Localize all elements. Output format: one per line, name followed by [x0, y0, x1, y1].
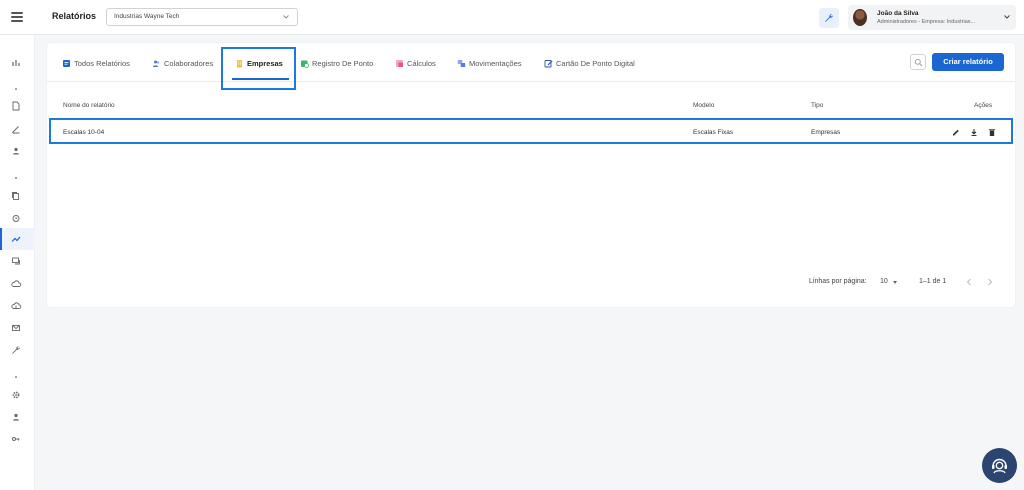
rows-per-page-select[interactable]: 10	[880, 278, 888, 285]
card-edit-icon	[544, 59, 553, 67]
document-icon[interactable]	[10, 100, 22, 112]
search-icon	[914, 58, 923, 67]
alarm-icon[interactable]	[10, 212, 22, 224]
clock-register-icon	[301, 60, 309, 68]
pagination-range: 1–1 de 1	[919, 278, 947, 285]
tab-todos-relatorios[interactable]: Todos Relatórios	[62, 57, 130, 69]
caret-down-icon	[893, 281, 897, 284]
avatar	[853, 9, 867, 26]
user-role: Administradores - Empresa: Industrias...	[877, 19, 976, 25]
trash-icon[interactable]	[988, 128, 996, 137]
company-select-value: Industrias Wayne Tech	[114, 13, 180, 20]
divider-dot	[15, 177, 17, 179]
page-title: Relatórios	[52, 11, 97, 21]
tab-calculos[interactable]: Cálculos	[395, 57, 436, 69]
tab-label: Movimentações	[469, 58, 522, 68]
reports-card: Todos Relatórios Colaboradores Empresas …	[47, 43, 1015, 307]
company-select[interactable]: Industrias Wayne Tech	[106, 8, 298, 26]
divider-dot	[15, 88, 17, 90]
column-header-name: Nome do relatório	[63, 102, 115, 109]
cloud-upload-icon[interactable]	[10, 300, 22, 312]
chevron-down-icon	[1004, 15, 1010, 19]
help-button[interactable]	[982, 448, 1017, 483]
column-header-actions: Ações	[974, 102, 993, 109]
search-button[interactable]	[910, 54, 926, 70]
chevron-down-icon	[283, 15, 289, 19]
tools-button[interactable]	[819, 8, 839, 28]
user-icon[interactable]	[10, 145, 22, 157]
trending-icon[interactable]	[10, 233, 22, 245]
bar-chart-icon[interactable]	[10, 57, 22, 69]
column-header-model: Modelo	[693, 102, 715, 109]
calculator-icon	[396, 59, 403, 67]
column-header-type: Tipo	[811, 102, 824, 109]
table-row[interactable]: Escalas 10-04 Escalas Fixas Empresas	[49, 118, 1013, 144]
people-icon	[152, 60, 160, 67]
menu-icon[interactable]	[11, 12, 23, 22]
create-report-button[interactable]: Criar relatório	[932, 53, 1004, 71]
tab-label: Cálculos	[407, 58, 436, 68]
tab-label: Cartão De Ponto Digital	[556, 58, 635, 68]
gear-icon[interactable]	[10, 389, 22, 401]
copy-icon[interactable]	[10, 190, 22, 202]
user-menu[interactable]: João da Silva Administradores - Empresa:…	[848, 5, 1016, 30]
document-icon	[63, 59, 70, 67]
report-type: Empresas	[811, 129, 841, 136]
tab-label: Todos Relatórios	[74, 58, 130, 68]
report-name: Escalas 10-04	[63, 129, 105, 136]
top-bar: Relatórios Industrias Wayne Tech João da…	[0, 0, 1024, 35]
download-icon[interactable]	[970, 128, 978, 137]
transfer-icon	[457, 59, 466, 67]
rows-per-page-label: Linhas por página:	[809, 278, 867, 285]
wrench-icon[interactable]	[10, 344, 22, 356]
wrench-icon	[825, 14, 833, 22]
chat-icon[interactable]	[10, 255, 22, 267]
pen-icon[interactable]	[10, 123, 22, 135]
chevron-left-icon[interactable]	[965, 277, 973, 287]
sidebar	[0, 35, 35, 490]
tab-registro-de-ponto[interactable]: Registro De Ponto	[300, 57, 373, 69]
tab-cartao-de-ponto-digital[interactable]: Cartão De Ponto Digital	[544, 57, 635, 69]
tab-label: Colaboradores	[164, 58, 214, 68]
report-model: Escalas Fixas	[693, 129, 734, 136]
account-icon[interactable]	[10, 411, 22, 423]
support-agent-icon	[992, 458, 1007, 474]
tab-movimentacoes[interactable]: Movimentações	[457, 57, 522, 69]
cloud-icon[interactable]	[10, 278, 22, 290]
tab-colaboradores[interactable]: Colaboradores	[152, 57, 213, 69]
divider-dot	[15, 376, 17, 378]
edit-icon[interactable]	[952, 128, 960, 137]
tab-highlight-box	[221, 47, 296, 90]
user-name: João da Silva	[877, 10, 919, 17]
mail-icon[interactable]	[10, 322, 22, 334]
report-tabs: Todos Relatórios Colaboradores Empresas …	[47, 43, 1015, 82]
key-icon[interactable]	[10, 433, 22, 445]
chevron-right-icon[interactable]	[986, 277, 994, 287]
tab-label: Registro De Ponto	[312, 58, 374, 68]
